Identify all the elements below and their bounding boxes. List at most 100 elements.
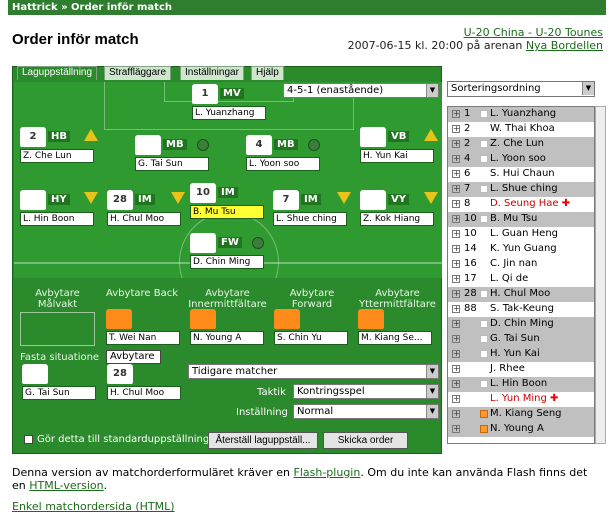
expand-icon[interactable]: + [452,275,460,283]
list-item[interactable]: +6 S. Hui Chaun [448,167,594,182]
expand-icon[interactable]: + [452,395,460,403]
expand-icon[interactable]: + [452,230,460,238]
player-slot-left-winger[interactable]: VY Z. Kok Hiang [360,190,446,234]
expand-icon[interactable]: + [452,320,460,328]
defensive-down-icon[interactable] [424,192,438,204]
expand-icon[interactable]: + [452,170,460,178]
list-item[interactable]: + J. Rhee [448,362,594,377]
player-slot-center-back-2[interactable]: 4 MB L. Yoon soo [246,135,332,179]
player-slot-left-back[interactable]: VB H. Yun Kai [360,127,446,171]
list-item[interactable]: +88 S. Tak-Keung [448,302,594,317]
player-slot-right-back[interactable]: 2 HB Z. Che Lun [20,127,106,171]
list-item[interactable]: +17 L. Qi de [448,272,594,287]
chevron-down-icon: ▼ [426,365,438,378]
expand-icon[interactable]: + [452,410,460,418]
match-link[interactable]: U-20 China - U-20 Tounes [464,26,603,39]
list-item[interactable]: + H. Yun Kai [448,347,594,362]
expand-icon[interactable]: + [452,215,460,223]
tab-lineup[interactable]: Laguppställning [17,66,98,80]
neutral-order-icon[interactable] [197,139,209,151]
set-piece-slot-1[interactable]: G. Tai Sun [22,364,108,408]
player-name-text: W. Thai Khoa [490,123,555,134]
expand-icon[interactable]: + [452,185,460,193]
list-item[interactable]: +16 C. Jin nan [448,257,594,272]
player-slot-inner-mid-1[interactable]: 28 IM H. Chul Moo [107,190,193,234]
list-item[interactable]: + L. Yun Ming ✚ [448,392,594,407]
defensive-down-icon[interactable] [84,192,98,204]
player-slot-inner-mid-3[interactable]: 7 IM L. Shue ching [273,190,359,234]
player-slot-inner-mid-2[interactable]: 10 IM B. Mu Tsu [190,183,276,227]
player-number: 17 [464,273,477,284]
sub-slot-forward[interactable]: S. Chin Yu [274,309,360,353]
expand-icon[interactable]: + [452,425,460,433]
formation-select[interactable]: 4-5-1 (enastående) ▼ [283,83,439,98]
neutral-order-icon[interactable] [252,237,264,249]
tab-penalty-takers[interactable]: Straffläggare [104,66,172,80]
list-item[interactable]: + N. Young A [448,422,594,437]
reset-lineup-button[interactable]: Återställ laguppställ... [208,432,318,449]
defensive-down-icon[interactable] [337,192,351,204]
list-item[interactable]: +2 Z. Che Lun [448,137,594,152]
tab-help[interactable]: Hjälp [251,66,284,80]
expand-icon[interactable]: + [452,380,460,388]
list-item[interactable]: +4 L. Yoon soo [448,152,594,167]
tab-settings[interactable]: Inställningar [180,66,244,80]
flash-plugin-link[interactable]: Flash-plugin [294,466,361,479]
expand-icon[interactable]: + [452,365,460,373]
sort-order-select[interactable]: Sorteringsordning ▼ [447,81,595,97]
neutral-order-icon[interactable] [308,139,320,151]
list-item[interactable]: +2 W. Thai Khoa [448,122,594,137]
player-number: 2 [464,123,471,134]
offensive-up-icon[interactable] [84,129,98,141]
sub-slot-goalkeeper-empty[interactable] [20,312,95,346]
expand-icon[interactable]: + [452,140,460,148]
player-name: H. Chul Moo [490,287,550,301]
tactic-select[interactable]: Kontringsspel ▼ [293,384,439,399]
setting-select[interactable]: Normal ▼ [293,404,439,419]
expand-icon[interactable]: + [452,350,460,358]
expand-icon[interactable]: + [452,245,460,253]
player-name: H. Yun Kai [490,347,540,361]
player-slot-right-winger[interactable]: HY L. Hin Boon [20,190,106,234]
list-item[interactable]: + D. Chin Ming [448,317,594,332]
expand-icon[interactable]: + [452,125,460,133]
earlier-matches-select[interactable]: Tidigare matcher ▼ [188,364,439,379]
list-item[interactable]: +7 L. Shue ching [448,182,594,197]
position-label: MB [274,139,298,150]
expand-icon[interactable]: + [452,110,460,118]
send-order-button[interactable]: Skicka order [323,432,408,449]
player-slot-forward[interactable]: FW D. Chin Ming [190,233,276,277]
sub-slot-inner-mid[interactable]: N. Young A [190,309,276,353]
list-item[interactable]: +10 L. Guan Heng [448,227,594,242]
player-list-scrollbar[interactable] [595,106,606,444]
player-slot-goalkeeper[interactable]: 1 MV L. Yuanzhang [192,84,278,128]
expand-icon[interactable]: + [452,335,460,343]
list-item[interactable]: +10 B. Mu Tsu [448,212,594,227]
shirt-icon [480,335,488,343]
list-item[interactable]: + M. Kiang Seng [448,407,594,422]
list-item[interactable]: +1 L. Yuanzhang [448,107,594,122]
expand-icon[interactable]: + [452,260,460,268]
defensive-down-icon[interactable] [171,192,185,204]
list-item[interactable]: +14 K. Yun Guang [448,242,594,257]
simple-order-page-link[interactable]: Enkel matchordersida (HTML) [12,500,175,513]
expand-icon[interactable]: + [452,305,460,313]
expand-icon[interactable]: + [452,200,460,208]
set-piece-slot-2[interactable]: 28 H. Chul Moo [107,364,193,408]
default-lineup-checkbox[interactable] [24,435,33,444]
player-slot-center-back-1[interactable]: MB G. Tai Sun [135,135,221,179]
expand-icon[interactable]: + [452,155,460,163]
sub-slot-back[interactable]: T. Wei Nan [106,309,192,353]
html-version-link[interactable]: HTML-version [29,479,103,492]
sub-label-forward: Avbytare Forward [289,288,335,310]
list-item[interactable]: + G. Tai Sun [448,332,594,347]
list-item[interactable]: + L. Hin Boon [448,377,594,392]
list-item[interactable]: +28 H. Chul Moo [448,287,594,302]
arena-link[interactable]: Nya Bordellen [526,39,603,52]
shirt-icon [480,215,488,223]
sub-slot-winger[interactable]: M. Kiang Se... [358,309,444,353]
offensive-up-icon[interactable] [424,129,438,141]
player-name: M. Kiang Se... [358,331,432,345]
list-item[interactable]: +8 D. Seung Hae ✚ [448,197,594,212]
expand-icon[interactable]: + [452,290,460,298]
